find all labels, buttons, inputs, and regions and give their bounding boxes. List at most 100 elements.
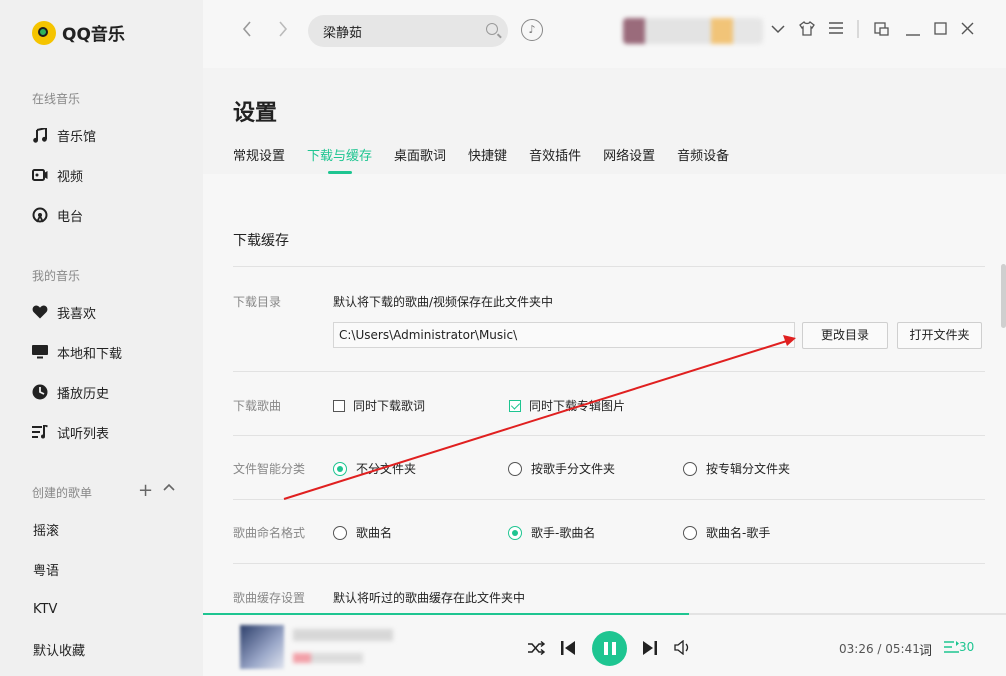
qq-music-logo-icon [32, 20, 56, 45]
sidebar-item-favorites[interactable]: 我喜欢 [32, 301, 96, 323]
player-bar: 03:26 / 05:41 词 30 [203, 615, 1006, 676]
app-logo[interactable]: QQ音乐 [32, 20, 125, 45]
checkbox-label: 同时下载歌词 [353, 399, 426, 413]
radio-label: 不分文件夹 [356, 462, 417, 476]
tab-desktop-lyrics[interactable]: 桌面歌词 [394, 145, 446, 164]
download-dir-desc: 默认将下载的歌曲/视频保存在此文件夹中 [333, 295, 554, 309]
playlist-item[interactable]: 摇滚 [33, 518, 59, 540]
settings-header: 设置 常规设置 下载与缓存 桌面歌词 快捷键 音效插件 网络设置 音频设备 [203, 68, 1006, 174]
tab-audio-plugins[interactable]: 音效插件 [529, 145, 581, 164]
menu-icon[interactable] [829, 22, 843, 38]
shuffle-icon[interactable] [528, 640, 546, 659]
checkbox-box-checked[interactable] [509, 399, 521, 412]
sidebar-item-history[interactable]: 播放历史 [32, 381, 109, 403]
chevron-down-icon[interactable] [771, 22, 785, 38]
video-icon [32, 167, 48, 183]
tab-download-cache[interactable]: 下载与缓存 [307, 145, 372, 164]
heart-icon [32, 304, 48, 320]
radio-selected[interactable] [333, 461, 347, 476]
radio-unselected[interactable] [683, 525, 697, 540]
clock-icon [32, 384, 48, 400]
radio-artist-song[interactable]: 歌手-歌曲名 [508, 524, 595, 541]
maximize-icon[interactable] [934, 22, 947, 39]
mini-mode-icon[interactable] [874, 22, 889, 40]
radio-unselected[interactable] [333, 525, 347, 540]
checkbox-box[interactable] [333, 399, 345, 412]
naming-format-label: 歌曲命名格式 [233, 526, 306, 540]
pause-icon-bar [611, 642, 616, 655]
sidebar-item-label: 播放历史 [57, 386, 110, 402]
skin-shirt-icon[interactable] [799, 21, 815, 40]
forward-arrow-icon[interactable] [277, 20, 289, 43]
radio-by-album-folder[interactable]: 按专辑分文件夹 [683, 460, 790, 477]
radio-selected[interactable] [508, 525, 522, 540]
lyrics-button[interactable]: 词 [919, 640, 932, 659]
sidebar-item-label: 本地和下载 [57, 346, 123, 362]
top-bar: 梁静茹 ♪ [203, 0, 1006, 68]
queue-list-icon [944, 641, 959, 653]
minimize-icon[interactable] [906, 25, 920, 41]
playlist-item[interactable]: 粤语 [33, 558, 59, 580]
sidebar-item-label: 音乐馆 [57, 129, 97, 145]
radio-icon [32, 207, 48, 223]
sidebar-item-trial-list[interactable]: 试听列表 [32, 421, 109, 443]
volume-icon[interactable] [674, 639, 691, 659]
open-folder-button[interactable]: 打开文件夹 [897, 322, 982, 349]
checkbox-label: 同时下载专辑图片 [529, 399, 626, 413]
previous-track-icon[interactable] [560, 640, 576, 660]
playlist-item[interactable]: 默认收藏 [33, 638, 85, 660]
scrollbar[interactable] [1001, 264, 1006, 328]
download-lyrics-checkbox[interactable]: 同时下载歌词 [333, 397, 425, 414]
add-playlist-plus-icon[interactable]: + [138, 480, 153, 501]
pause-button[interactable] [592, 631, 627, 666]
close-icon[interactable] [961, 22, 974, 39]
sidebar-item-music-hall[interactable]: 音乐馆 [32, 124, 96, 146]
tab-network[interactable]: 网络设置 [603, 145, 655, 164]
divider [233, 563, 985, 564]
radio-unselected[interactable] [508, 461, 522, 476]
play-queue-button[interactable]: 30 [944, 640, 974, 654]
radio-by-artist-folder[interactable]: 按歌手分文件夹 [508, 460, 615, 477]
sidebar-item-label: 电台 [57, 209, 84, 225]
download-album-art-checkbox[interactable]: 同时下载专辑图片 [509, 397, 625, 414]
search-input[interactable]: 梁静茹 [308, 15, 508, 47]
listen-recognize-icon[interactable]: ♪ [521, 19, 543, 41]
tab-audio-device[interactable]: 音频设备 [677, 145, 729, 164]
tab-shortcuts[interactable]: 快捷键 [468, 145, 507, 164]
music-note-icon [32, 127, 48, 143]
sidebar-item-radio[interactable]: 电台 [32, 204, 83, 226]
sidebar-item-local-downloads[interactable]: 本地和下载 [32, 341, 122, 363]
sidebar-item-video[interactable]: 视频 [32, 164, 83, 186]
back-arrow-icon[interactable] [241, 20, 253, 43]
collapse-chevron-up-icon[interactable] [162, 478, 176, 499]
radio-label: 按专辑分文件夹 [706, 462, 791, 476]
divider [233, 499, 985, 500]
radio-unselected[interactable] [683, 461, 697, 476]
sidebar-item-label: 视频 [57, 169, 84, 185]
radio-label: 歌手-歌曲名 [531, 526, 596, 540]
divider [233, 435, 985, 436]
radio-label: 歌曲名 [356, 526, 393, 540]
user-avatar[interactable] [623, 18, 763, 44]
download-path-field[interactable]: C:\Users\Administrator\Music\ [333, 322, 795, 348]
change-dir-button[interactable]: 更改目录 [802, 322, 888, 349]
song-info-blurred [293, 629, 393, 641]
divider [233, 266, 985, 267]
section-online-music: 在线音乐 [32, 92, 81, 106]
radio-song-name[interactable]: 歌曲名 [333, 524, 392, 541]
radio-no-folder[interactable]: 不分文件夹 [333, 460, 416, 477]
playback-time: 03:26 / 05:41 [839, 642, 920, 656]
radio-song-artist[interactable]: 歌曲名-歌手 [683, 524, 770, 541]
sidebar-item-label: 试听列表 [57, 426, 110, 442]
radio-label: 按歌手分文件夹 [531, 462, 616, 476]
page-title: 设置 [233, 101, 278, 126]
sidebar: QQ音乐 在线音乐 音乐馆 视频 电台 我的音乐 我喜欢 本地和下载 播放历史 … [0, 0, 203, 676]
album-cover[interactable] [240, 625, 284, 669]
next-track-icon[interactable] [642, 640, 658, 660]
cache-settings-label: 歌曲缓存设置 [233, 591, 306, 605]
download-dir-label: 下载目录 [233, 295, 282, 309]
search-icon[interactable] [486, 23, 498, 35]
monitor-icon [32, 344, 48, 360]
tab-general[interactable]: 常规设置 [233, 145, 285, 164]
playlist-item[interactable]: KTV [33, 598, 57, 620]
